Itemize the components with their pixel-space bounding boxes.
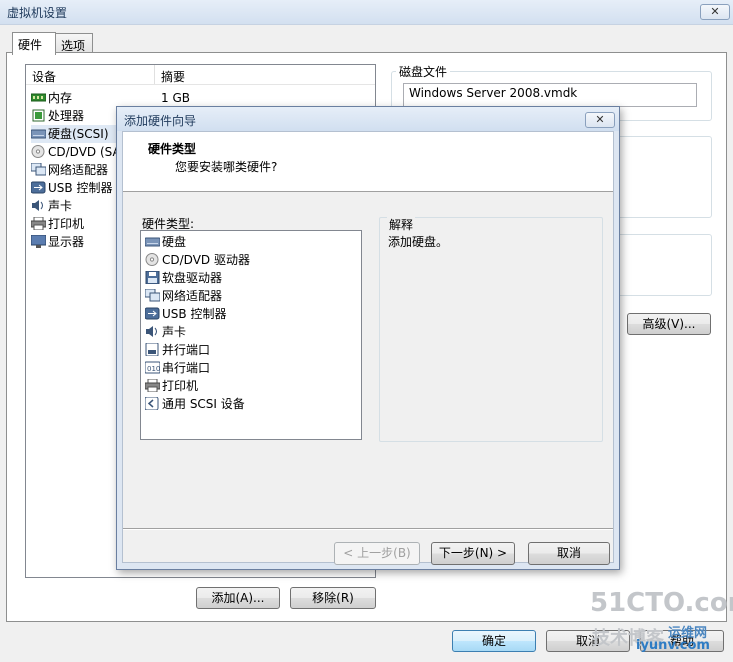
hardware-item-label: 串行端口 xyxy=(162,361,211,375)
wizard-titlebar[interactable]: 添加硬件向导 ✕ xyxy=(117,107,619,131)
wizard-cancel-button[interactable]: 取消 xyxy=(528,542,610,565)
hardware-item-label: 并行端口 xyxy=(162,343,211,357)
hard-disk-icon xyxy=(30,127,47,140)
hardware-item-parallel-port[interactable]: 并行端口 xyxy=(145,341,210,359)
hardware-item-label: 打印机 xyxy=(162,379,199,393)
device-name: USB 控制器 xyxy=(48,181,113,195)
device-row-usb-controller[interactable]: USB 控制器 xyxy=(30,179,113,197)
scsi-device-icon xyxy=(144,396,160,411)
device-name: 网络适配器 xyxy=(48,163,109,177)
tab-options[interactable]: 选项 xyxy=(55,33,93,54)
wizard-close-button[interactable]: ✕ xyxy=(585,112,615,128)
processor-icon xyxy=(31,109,46,122)
device-name: 打印机 xyxy=(48,217,85,231)
wizard-subheading: 您要安装哪类硬件? xyxy=(175,160,278,174)
cd-dvd-icon xyxy=(31,145,46,158)
hardware-item-scsi-device[interactable]: 通用 SCSI 设备 xyxy=(144,395,245,413)
parallel-port-icon xyxy=(145,342,160,357)
floppy-icon xyxy=(145,270,160,285)
ok-button[interactable]: 确定 xyxy=(452,630,536,652)
svg-text:010: 010 xyxy=(147,365,160,373)
advanced-button[interactable]: 高级(V)... xyxy=(627,313,711,335)
wizard-heading: 硬件类型 xyxy=(148,142,197,156)
device-row-printer[interactable]: 打印机 xyxy=(30,215,85,233)
wizard-header: 硬件类型 您要安装哪类硬件? xyxy=(123,132,613,192)
explanation-label: 解释 xyxy=(387,216,416,233)
printer-icon xyxy=(30,216,47,231)
column-header-summary[interactable]: 摘要 xyxy=(161,68,185,85)
add-hardware-wizard: 添加硬件向导 ✕ 硬件类型 您要安装哪类硬件? 硬件类型: 硬盘 CD/DVD … xyxy=(116,106,620,570)
hardware-item-label: 硬盘 xyxy=(162,235,187,249)
hardware-item-hard-disk[interactable]: 硬盘 xyxy=(144,233,187,251)
device-summary: 1 GB xyxy=(161,91,190,105)
device-name: 显示器 xyxy=(48,235,85,249)
hardware-item-sound-card[interactable]: 声卡 xyxy=(145,323,186,341)
cd-dvd-icon xyxy=(145,253,160,266)
device-row-sound-card[interactable]: 声卡 xyxy=(31,197,72,215)
hardware-item-usb-controller[interactable]: USB 控制器 xyxy=(144,305,227,323)
hard-disk-icon xyxy=(144,235,161,248)
explanation-text: 添加硬盘。 xyxy=(388,235,449,249)
next-button[interactable]: 下一步(N) > xyxy=(431,542,515,565)
device-name: CD/DVD (SA xyxy=(48,145,121,159)
wizard-title: 添加硬件向导 xyxy=(124,114,197,128)
watermark-logo: 51CTO.com xyxy=(590,588,733,618)
hardware-type-list[interactable]: 硬盘 CD/DVD 驱动器 软盘驱动器 网络适配器 USB 控制器 声卡 并行端… xyxy=(140,230,362,440)
disk-file-label: 磁盘文件 xyxy=(396,63,451,80)
network-adapter-icon xyxy=(144,288,161,302)
hardware-item-cd-dvd[interactable]: CD/DVD 驱动器 xyxy=(145,251,250,269)
device-row-display[interactable]: 显示器 xyxy=(30,233,85,251)
sound-card-icon xyxy=(145,325,160,338)
device-name: 处理器 xyxy=(48,109,85,123)
hardware-item-label: CD/DVD 驱动器 xyxy=(162,253,250,267)
device-row-cd-dvd[interactable]: CD/DVD (SA xyxy=(31,143,121,161)
hardware-item-serial-port[interactable]: 010 串行端口 xyxy=(144,359,211,377)
sound-card-icon xyxy=(31,199,46,212)
hardware-item-label: 声卡 xyxy=(162,325,187,339)
device-name: 内存 xyxy=(48,91,73,105)
window-close-button[interactable]: ✕ xyxy=(700,4,730,20)
hardware-item-label: USB 控制器 xyxy=(162,307,227,321)
device-list-header: 设备 摘要 xyxy=(26,65,375,85)
device-name: 声卡 xyxy=(48,199,73,213)
network-adapter-icon xyxy=(30,162,47,176)
device-row-network-adapter[interactable]: 网络适配器 xyxy=(30,161,109,179)
add-button[interactable]: 添加(A)... xyxy=(196,587,280,609)
printer-icon xyxy=(144,378,161,393)
device-name: 硬盘(SCSI) xyxy=(48,127,109,141)
memory-icon xyxy=(30,91,47,104)
hardware-item-printer[interactable]: 打印机 xyxy=(144,377,199,395)
hardware-item-network-adapter[interactable]: 网络适配器 xyxy=(144,287,223,305)
hardware-item-label: 通用 SCSI 设备 xyxy=(162,397,245,411)
hardware-item-label: 软盘驱动器 xyxy=(162,271,223,285)
disk-file-field[interactable]: Windows Server 2008.vmdk xyxy=(403,83,697,107)
serial-port-icon: 010 xyxy=(144,361,161,374)
display-icon xyxy=(30,234,47,248)
explanation-group: 解释 添加硬盘。 xyxy=(379,216,603,442)
column-divider[interactable] xyxy=(154,65,155,84)
usb-icon xyxy=(30,181,46,194)
hardware-item-floppy[interactable]: 软盘驱动器 xyxy=(145,269,222,287)
column-header-device[interactable]: 设备 xyxy=(32,68,56,85)
device-row-memory[interactable]: 内存 1 GB xyxy=(30,89,190,107)
tab-hardware[interactable]: 硬件 xyxy=(12,32,56,55)
window-title: 虚拟机设置 xyxy=(7,6,68,20)
back-button[interactable]: < 上一步(B) xyxy=(334,542,420,565)
usb-icon xyxy=(144,307,160,320)
device-row-processor[interactable]: 处理器 xyxy=(31,107,84,125)
window-titlebar[interactable]: 虚拟机设置 ✕ xyxy=(0,0,733,24)
wizard-client: 硬件类型 您要安装哪类硬件? 硬件类型: 硬盘 CD/DVD 驱动器 软盘驱动器… xyxy=(122,131,614,565)
remove-button[interactable]: 移除(R) xyxy=(290,587,376,609)
hardware-item-label: 网络适配器 xyxy=(162,289,223,303)
watermark-url: iyunv.com xyxy=(636,638,710,653)
wizard-separator xyxy=(123,528,613,530)
